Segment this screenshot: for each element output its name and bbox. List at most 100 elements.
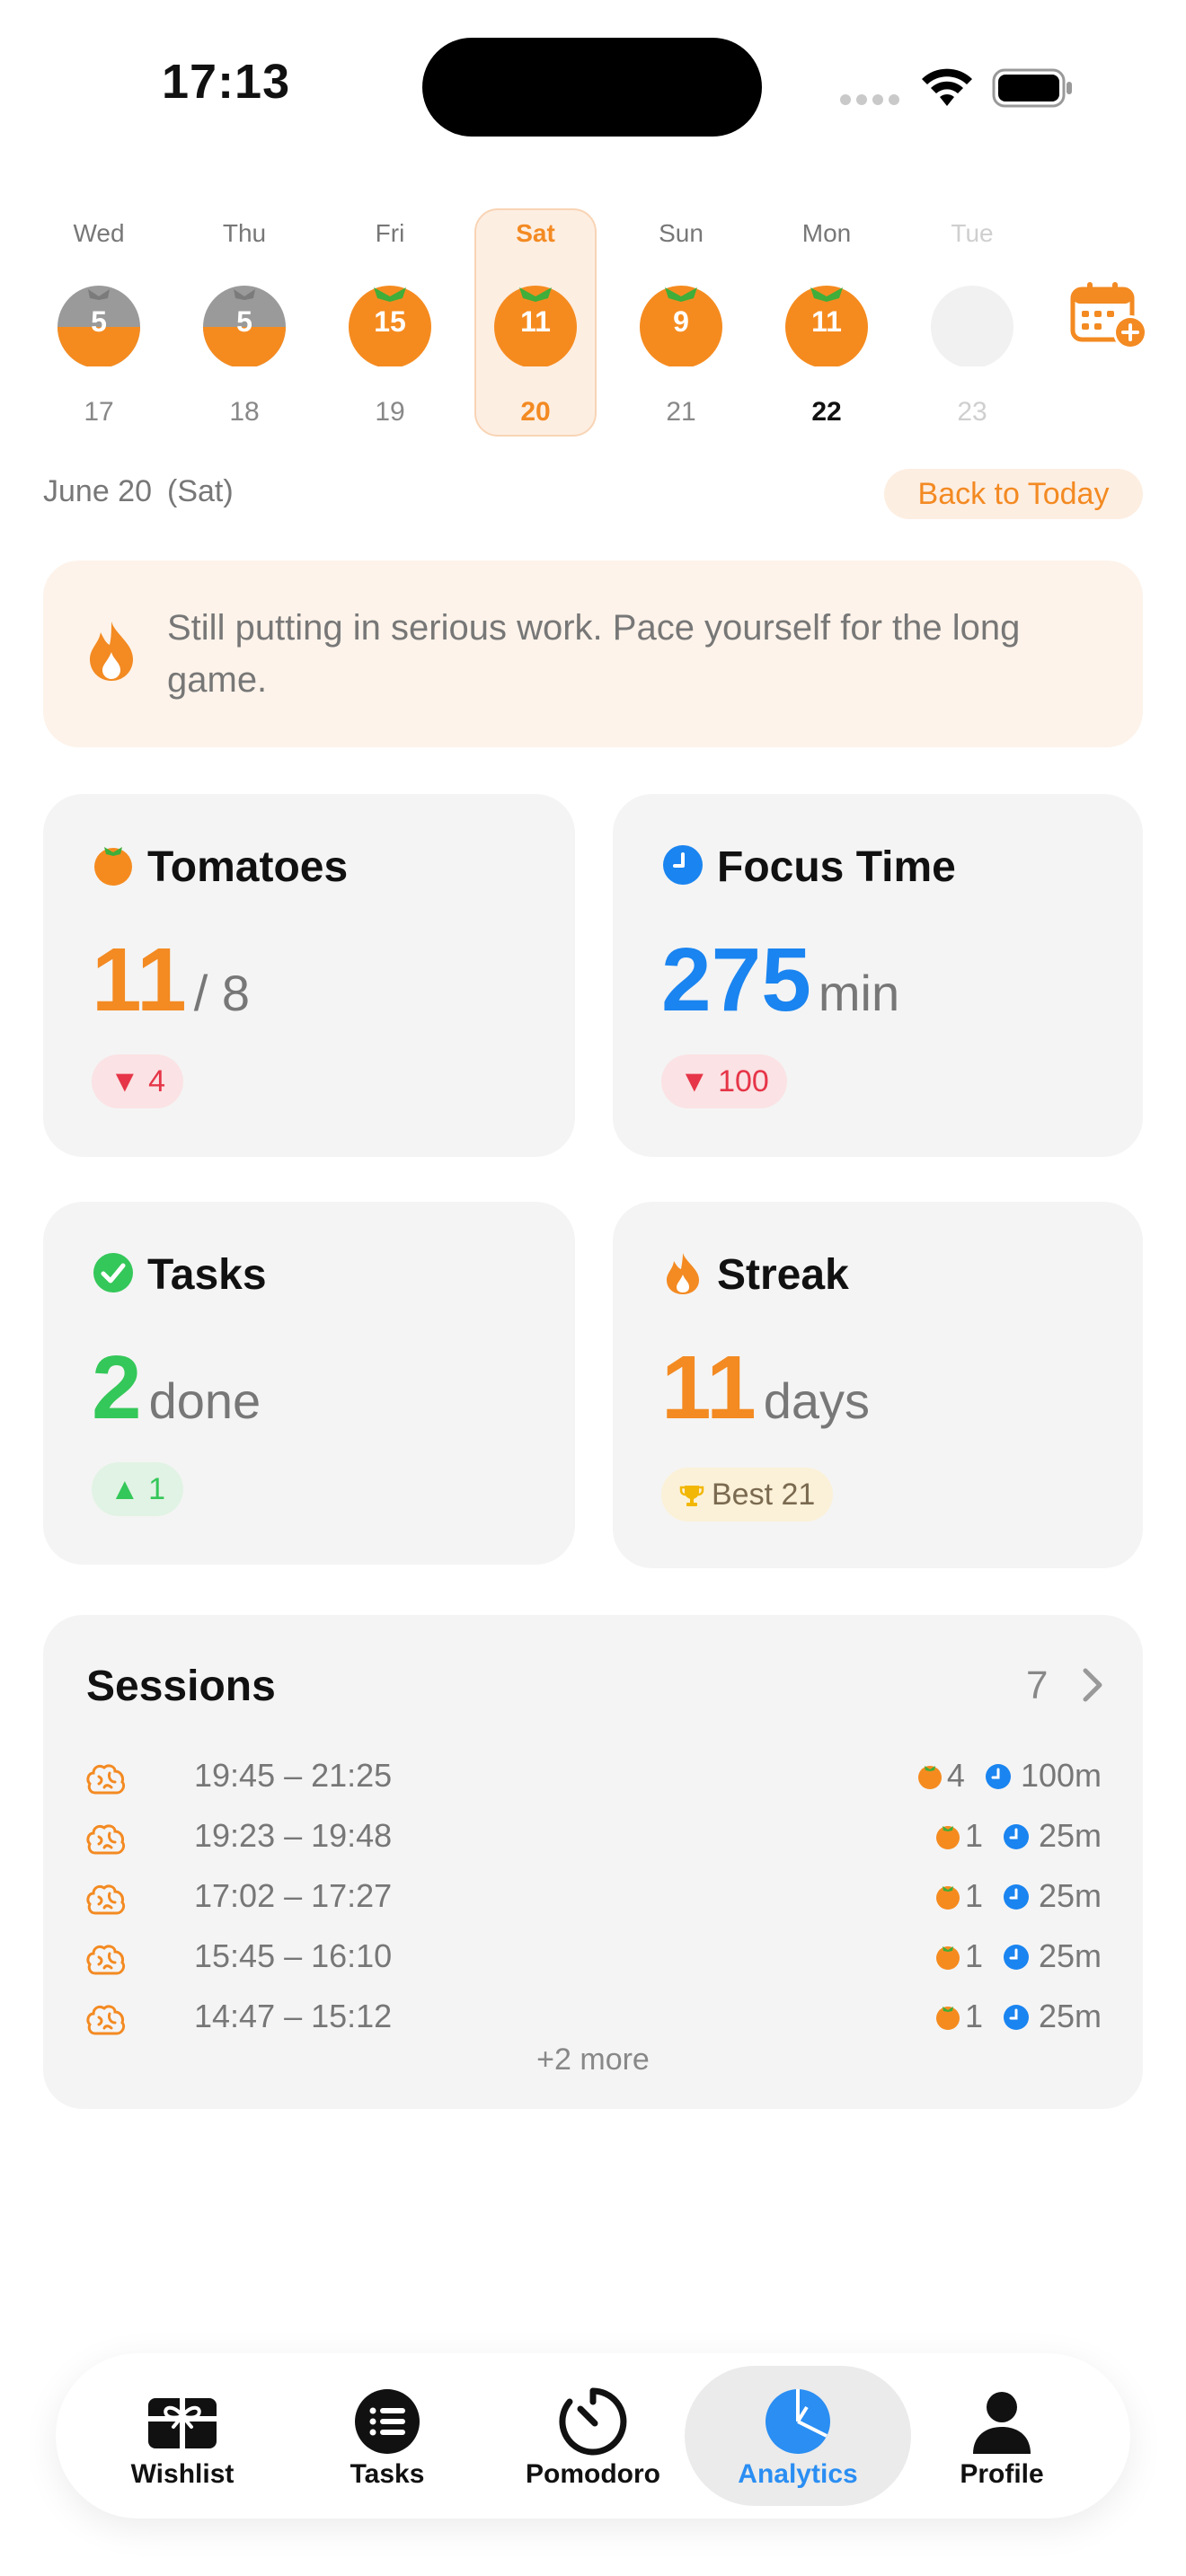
clock-icon: [663, 845, 703, 885]
day-date: 21: [666, 397, 696, 427]
day-wed[interactable]: Wed 5 17: [36, 207, 162, 440]
pie-chart-icon: [766, 2389, 830, 2454]
brain-icon: [86, 1945, 126, 1975]
focus-minutes: 275: [661, 930, 811, 1030]
tab-wishlist[interactable]: Wishlist: [79, 2353, 286, 2519]
tab-label: Profile: [960, 2459, 1044, 2489]
day-name: Tue: [951, 219, 994, 247]
tomatoes-count: 11: [92, 930, 187, 1030]
tasks-count: 2: [92, 1337, 142, 1438]
wifi-icon: [922, 68, 972, 106]
tasks-value: 2 done: [92, 1337, 261, 1440]
card-title: Focus Time: [661, 842, 956, 892]
session-time: 19:45 – 21:25: [194, 1757, 393, 1794]
trophy-icon: [679, 1486, 704, 1506]
best-streak-badge: Best 21: [661, 1468, 834, 1522]
tomato-count: 5: [236, 305, 252, 338]
tomatoes-delta-badge: ▼ 4: [92, 1054, 184, 1108]
tasks-unit: done: [148, 1372, 261, 1429]
session-time: 14:47 – 15:12: [194, 1998, 393, 2034]
brain-icon: [86, 1764, 126, 1795]
day-tue: Tue 23: [909, 207, 1035, 440]
day-sun[interactable]: Sun 9 21: [618, 207, 744, 440]
more-sessions-link[interactable]: +2 more: [43, 2042, 1143, 2078]
day-thu[interactable]: Thu 5 18: [181, 207, 307, 440]
best-streak-label: Best 21: [712, 1478, 816, 1512]
tab-bar: Wishlist Tasks Pomodoro Analytics Profil…: [56, 2353, 1130, 2519]
tab-label: Tasks: [350, 2459, 425, 2489]
day-date: 18: [229, 397, 260, 427]
brain-icon: [86, 1884, 126, 1915]
focus-time-card[interactable]: Focus Time 275 min ▼ 100: [613, 794, 1143, 1157]
status-bar: 17:13: [0, 0, 1186, 171]
back-to-today-button[interactable]: Back to Today: [884, 469, 1143, 519]
session-minutes: 25m: [1038, 1998, 1102, 2034]
session-tomatoes: 1: [964, 1877, 983, 1914]
chevron-right-icon[interactable]: [1075, 1665, 1111, 1705]
day-mon[interactable]: Mon 11 22: [764, 207, 890, 440]
clock-icon: [985, 1764, 1011, 1789]
session-minutes: 25m: [1038, 1817, 1102, 1854]
session-row[interactable]: 19:23 – 19:48 1 25m: [86, 1817, 1102, 1871]
week-strip: Wed 5 17 Thu 5 18 Fri 15 19 Sat 11 20 Su…: [36, 207, 1150, 440]
session-tomatoes: 1: [964, 1937, 983, 1974]
tomato-count: 11: [811, 305, 842, 338]
day-date: 17: [84, 397, 114, 427]
day-name: Mon: [801, 219, 852, 247]
status-time: 17:13: [162, 55, 291, 109]
tasks-delta-badge: ▲ 1: [92, 1462, 184, 1516]
tomato-count: 15: [374, 305, 406, 338]
session-row[interactable]: 15:45 – 16:10 1 25m: [86, 1937, 1102, 1991]
session-stats: 4 100m: [916, 1757, 1102, 1795]
tasks-card[interactable]: Tasks 2 done ▲ 1: [43, 1202, 575, 1565]
session-stats: 1 25m: [934, 1998, 1102, 2035]
clock-icon: [1003, 1824, 1029, 1849]
card-title: Streak: [661, 1250, 849, 1300]
focus-unit: min: [818, 965, 900, 1021]
day-fri[interactable]: Fri 15 19: [327, 207, 453, 440]
tomato-empty-icon: [931, 286, 1013, 366]
tab-label: Pomodoro: [526, 2459, 660, 2489]
battery-icon: [992, 68, 1072, 108]
tomato-count: 5: [91, 305, 107, 338]
focus-delta-badge: ▼ 100: [661, 1054, 787, 1108]
tomatoes-goal: / 8: [193, 965, 250, 1021]
tab-label: Analytics: [738, 2459, 858, 2489]
streak-days: 11: [661, 1337, 757, 1438]
session-row[interactable]: 19:45 – 21:25 4 100m: [86, 1757, 1102, 1811]
session-row[interactable]: 17:02 – 17:27 1 25m: [86, 1877, 1102, 1931]
focus-value: 275 min: [661, 929, 899, 1032]
streak-card[interactable]: Streak 11 days Best 21: [613, 1202, 1143, 1568]
session-time: 15:45 – 16:10: [194, 1937, 393, 1974]
clock-icon: [1003, 1884, 1029, 1910]
session-stats: 1 25m: [934, 1937, 1102, 1975]
tomato-icon: [917, 1766, 942, 1789]
banner-message: Still putting in serious work. Pace your…: [167, 608, 1021, 700]
tomato-icon: [935, 2007, 960, 2030]
tomatoes-card[interactable]: Tomatoes 11/ 8 ▼ 4: [43, 794, 575, 1157]
sessions-card[interactable]: Sessions 7 19:45 – 21:25 4 100m 19:23 – 1…: [43, 1615, 1143, 2109]
selected-date-label: June 20 (Sat): [43, 474, 234, 508]
calendar-add-icon[interactable]: [1069, 280, 1150, 352]
tomato-icon: [935, 1946, 960, 1970]
streak-unit: days: [763, 1372, 871, 1429]
day-sat[interactable]: Sat 11 20: [473, 207, 598, 440]
tab-profile[interactable]: Profile: [898, 2353, 1105, 2519]
tab-tasks[interactable]: Tasks: [284, 2353, 491, 2519]
day-name: Sat: [516, 219, 555, 247]
cellular-signal-icon: [840, 93, 905, 110]
day-name: Thu: [222, 219, 267, 247]
timer-icon: [559, 2387, 627, 2456]
clock-icon: [1003, 1945, 1029, 1970]
session-time: 17:02 – 17:27: [194, 1877, 393, 1914]
session-tomatoes: 4: [946, 1757, 965, 1794]
card-title: Tomatoes: [92, 842, 348, 892]
session-minutes: 25m: [1038, 1877, 1102, 1914]
person-icon: [973, 2392, 1031, 2454]
day-name: Fri: [375, 219, 405, 247]
dynamic-island: [422, 38, 762, 137]
tab-analytics[interactable]: Analytics: [685, 2353, 911, 2519]
tab-pomodoro[interactable]: Pomodoro: [490, 2353, 696, 2519]
tab-label: Wishlist: [130, 2459, 235, 2489]
day-date: 23: [957, 397, 987, 427]
